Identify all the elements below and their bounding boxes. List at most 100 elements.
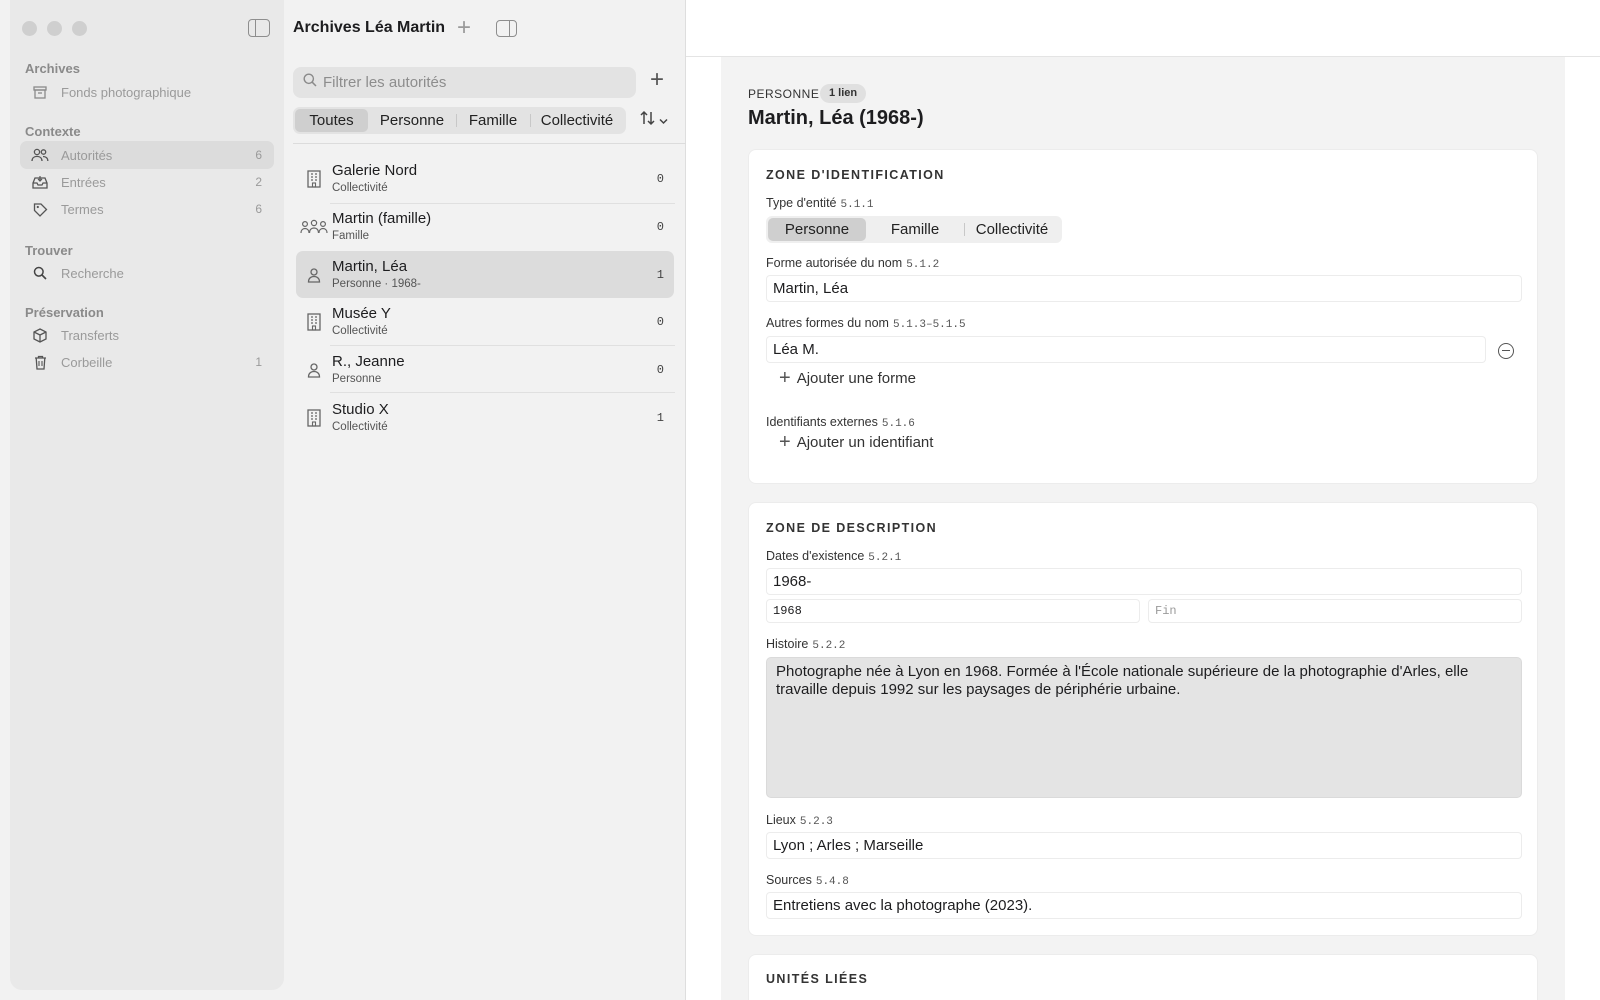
list-item-title: R., Jeanne bbox=[332, 352, 405, 370]
filter-collectivite[interactable]: Collectivité bbox=[530, 109, 624, 132]
type-personne[interactable]: Personne bbox=[768, 218, 866, 241]
sources-input[interactable] bbox=[766, 892, 1522, 919]
field-code: 5.1.6 bbox=[881, 418, 915, 430]
sidebar-item-count: 1 bbox=[255, 355, 262, 369]
sidebar-section-contexte: Contexte bbox=[25, 124, 81, 139]
sidebar-item-label: Termes bbox=[61, 201, 104, 217]
filter-toutes[interactable]: Toutes bbox=[295, 109, 368, 132]
tray-icon bbox=[31, 173, 49, 191]
sidebar-toggle-icon[interactable] bbox=[248, 19, 270, 37]
history-textarea[interactable]: Photographe née à Lyon en 1968. Formée à… bbox=[766, 657, 1522, 798]
sidebar-item-termes[interactable]: Termes 6 bbox=[20, 195, 274, 223]
list-item-title: Martin (famille) bbox=[332, 209, 432, 227]
list-item-selected[interactable]: Martin, Léa Personne · 1968- 1 bbox=[296, 251, 674, 298]
list-item-count: 0 bbox=[656, 362, 664, 377]
filter-input[interactable] bbox=[323, 74, 613, 91]
dates-label: Dates d'existence 5.2.1 bbox=[766, 549, 902, 564]
description-heading: ZONE DE DESCRIPTION bbox=[766, 521, 938, 535]
end-date-input[interactable] bbox=[1148, 599, 1522, 623]
list-item-subtitle: Collectivité bbox=[332, 324, 388, 337]
dates-input[interactable] bbox=[766, 568, 1522, 595]
list-item-subtitle: Famille bbox=[332, 229, 370, 242]
sidebar-item-label: Recherche bbox=[61, 265, 124, 281]
type-filter-segmented: Toutes Personne Famille Collectivité bbox=[293, 107, 626, 134]
entity-type-segmented: Personne Famille Collectivité bbox=[766, 216, 1062, 243]
sidebar-item-label: Fonds photographique bbox=[61, 84, 192, 100]
list-item[interactable]: Studio X Collectivité 1 bbox=[296, 394, 674, 441]
places-label: Lieux 5.2.3 bbox=[766, 813, 833, 828]
sidebar-item-fonds[interactable]: Fonds photographique bbox=[20, 78, 274, 106]
field-code: 5.2.3 bbox=[799, 816, 833, 828]
list-item-count: 1 bbox=[656, 410, 664, 425]
linked-units-card: UNITÉS LIÉES bbox=[748, 954, 1538, 1000]
building-icon bbox=[296, 312, 332, 331]
archivebox-icon bbox=[31, 83, 49, 101]
places-input[interactable] bbox=[766, 832, 1522, 859]
list-item-count: 1 bbox=[656, 267, 664, 282]
sidebar-item-corbeille[interactable]: Corbeille 1 bbox=[20, 348, 274, 376]
sidebar-item-count: 6 bbox=[255, 148, 262, 162]
search-icon bbox=[303, 73, 317, 92]
start-date-input[interactable] bbox=[766, 599, 1140, 623]
building-icon bbox=[296, 169, 332, 188]
list-item-count: 0 bbox=[656, 171, 664, 186]
field-code: 5.1.3–5.1.5 bbox=[892, 319, 966, 331]
group-icon bbox=[296, 219, 332, 235]
sidebar-item-recherche[interactable]: Recherche bbox=[20, 259, 274, 287]
person-icon bbox=[296, 267, 332, 283]
close-window-button[interactable] bbox=[22, 21, 37, 36]
remove-circle-icon[interactable] bbox=[1498, 343, 1514, 359]
minimize-window-button[interactable] bbox=[47, 21, 62, 36]
add-authority-button[interactable]: + bbox=[650, 68, 664, 92]
authorized-name-input[interactable] bbox=[766, 275, 1522, 302]
divider bbox=[330, 392, 675, 393]
filter-search-field[interactable] bbox=[293, 67, 636, 98]
add-form-button[interactable]: + Ajouter une forme bbox=[779, 367, 916, 390]
entity-kind-label: PERSONNE bbox=[748, 87, 820, 101]
cube-icon bbox=[31, 326, 49, 344]
add-form-label: Ajouter une forme bbox=[796, 370, 916, 387]
inspector-toggle-icon[interactable] bbox=[496, 20, 517, 37]
list-item[interactable]: Musée Y Collectivité 0 bbox=[296, 298, 674, 345]
other-name-input[interactable] bbox=[766, 336, 1486, 363]
list-item[interactable]: R., Jeanne Personne 0 bbox=[296, 346, 674, 393]
sort-button[interactable] bbox=[639, 110, 668, 131]
entity-type-label: Type d'entité 5.1.1 bbox=[766, 196, 874, 211]
field-code: 5.2.2 bbox=[812, 640, 846, 652]
filter-personne[interactable]: Personne bbox=[368, 109, 456, 132]
type-collectivite[interactable]: Collectivité bbox=[964, 218, 1060, 241]
list-item-subtitle: Personne · 1968- bbox=[332, 277, 421, 290]
person-icon bbox=[296, 362, 332, 378]
list-item-title: Musée Y bbox=[332, 304, 391, 322]
list-item-title: Galerie Nord bbox=[332, 161, 418, 179]
sidebar-item-autorites[interactable]: Autorités 6 bbox=[20, 141, 274, 169]
zoom-window-button[interactable] bbox=[72, 21, 87, 36]
list-item[interactable]: Martin (famille) Famille 0 bbox=[296, 203, 674, 250]
sidebar-item-entrees[interactable]: Entrées 2 bbox=[20, 168, 274, 196]
list-item[interactable]: Galerie Nord Collectivité 0 bbox=[296, 155, 674, 202]
list-item-subtitle: Collectivité bbox=[332, 420, 388, 433]
page-title: Martin, Léa (1968-) bbox=[748, 107, 924, 129]
field-code: 5.4.8 bbox=[815, 876, 849, 888]
detail-toolbar bbox=[686, 0, 1600, 57]
sidebar-section-preservation: Préservation bbox=[25, 305, 104, 320]
sidebar-item-label: Corbeille bbox=[61, 354, 113, 370]
add-identifier-label: Ajouter un identifiant bbox=[796, 434, 934, 451]
plus-icon: + bbox=[779, 367, 791, 389]
sidebar-item-transferts[interactable]: Transferts bbox=[20, 321, 274, 349]
identification-heading: ZONE D'IDENTIFICATION bbox=[766, 168, 945, 182]
type-famille[interactable]: Famille bbox=[866, 218, 964, 241]
sidebar-item-label: Autorités bbox=[61, 147, 113, 163]
field-code: 5.1.1 bbox=[840, 199, 874, 211]
add-identifier-button[interactable]: + Ajouter un identifiant bbox=[779, 431, 933, 454]
list-item-subtitle: Personne bbox=[332, 372, 382, 385]
list-item-title: Studio X bbox=[332, 400, 389, 418]
add-icon[interactable]: + bbox=[457, 16, 471, 40]
links-badge[interactable]: 1 lien bbox=[820, 84, 867, 103]
sources-label: Sources 5.4.8 bbox=[766, 873, 849, 888]
other-names-label: Autres formes du nom 5.1.3–5.1.5 bbox=[766, 316, 966, 331]
plus-icon: + bbox=[779, 431, 791, 453]
list-item-count: 0 bbox=[656, 219, 664, 234]
filter-famille[interactable]: Famille bbox=[456, 109, 530, 132]
field-code: 5.1.2 bbox=[906, 259, 940, 271]
